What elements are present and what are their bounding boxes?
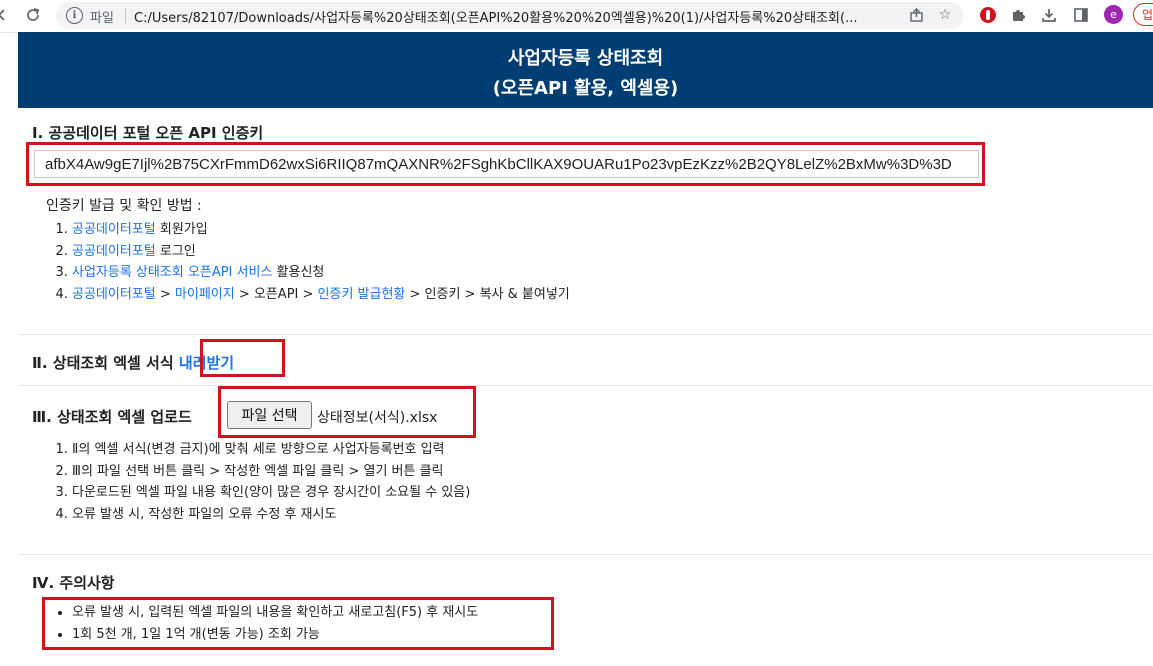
page-header: 사업자등록 상태조회 (오픈API 활용, 엑셀용) <box>18 32 1153 108</box>
list-item: 1회 5천 개, 1일 1억 개(변동 가능) 조회 가능 <box>72 624 478 646</box>
upload-steps: Ⅱ의 엑셀 서식(변경 금지)에 맞춰 세로 방향으로 사업자등록번호 입력 Ⅲ… <box>18 439 470 525</box>
info-icon[interactable]: i <box>66 7 83 24</box>
step-text: > 오픈API > <box>234 286 318 302</box>
api-key-input[interactable] <box>34 150 979 178</box>
list-item: 오류 발생 시, 입력된 엑셀 파일의 내용을 확인하고 새로고침(F5) 후 … <box>72 602 478 624</box>
back-icon[interactable] <box>0 4 13 26</box>
list-item: 오류 발생 시, 작성한 파일의 오류 수정 후 재시도 <box>72 504 470 526</box>
mypage-link[interactable]: 마이페이지 <box>175 287 235 302</box>
section1-title: Ⅰ. 공공데이터 포털 오픈 API 인증키 <box>32 124 264 142</box>
step-text: 활용신청 <box>272 265 325 280</box>
list-item: Ⅲ의 파일 선택 버튼 클릭 > 작성한 엑셀 파일 클릭 > 열기 버튼 클릭 <box>72 461 470 483</box>
list-item: 공공데이터포털 회원가입 <box>72 219 570 241</box>
profile-avatar[interactable]: e <box>1104 5 1123 24</box>
data-portal-link[interactable]: 공공데이터포털 <box>72 244 156 259</box>
reload-icon[interactable] <box>22 4 44 26</box>
file-select-button[interactable]: 파일 선택 <box>227 401 312 429</box>
list-item: 사업자등록 상태조회 오픈API 서비스 활용신청 <box>72 262 570 284</box>
howto-steps: 공공데이터포털 회원가입 공공데이터포털 로그인 사업자등록 상태조회 오픈AP… <box>18 219 570 305</box>
section-divider <box>18 554 1153 555</box>
key-status-link[interactable]: 인증키 발급현황 <box>318 287 406 302</box>
step-text: 로그인 <box>155 243 196 259</box>
section2-title: Ⅱ. 상태조회 엑셀 서식 내려받기 <box>32 352 234 373</box>
update-button[interactable]: 업 <box>1133 3 1153 26</box>
list-item: 다운로드된 엑셀 파일 내용 확인(양이 많은 경우 장시간이 소요될 수 있음… <box>72 482 470 504</box>
bookmark-star-icon[interactable]: ☆ <box>936 6 954 24</box>
data-portal-link[interactable]: 공공데이터포털 <box>72 287 156 302</box>
url-text[interactable]: C:/Users/82107/Downloads/사업자등록%20상태조회(오픈… <box>134 7 904 26</box>
sidepanel-icon[interactable] <box>1071 5 1091 25</box>
puzzle-icon[interactable] <box>1008 5 1028 25</box>
data-portal-link[interactable]: 공공데이터포털 <box>72 222 156 237</box>
section-divider <box>18 385 1153 386</box>
download-icon[interactable] <box>1039 5 1059 25</box>
shield-extension-icon[interactable] <box>978 5 998 25</box>
list-item: Ⅱ의 엑셀 서식(변경 금지)에 맞춰 세로 방향으로 사업자등록번호 입력 <box>72 439 470 461</box>
section2-title-text: Ⅱ. 상태조회 엑셀 서식 <box>32 354 174 372</box>
address-bar[interactable]: i 파일 C:/Users/82107/Downloads/사업자등록%20상태… <box>56 2 964 29</box>
page-content: 사업자등록 상태조회 (오픈API 활용, 엑셀용) Ⅰ. 공공데이터 포털 오… <box>18 32 1153 666</box>
scheme-label: 파일 <box>90 11 114 26</box>
section3-title: Ⅲ. 상태조회 엑셀 업로드 <box>32 408 192 426</box>
section-divider <box>18 334 1153 335</box>
caution-notes: 오류 발생 시, 입력된 엑셀 파일의 내용을 확인하고 새로고침(F5) 후 … <box>18 602 478 645</box>
list-item: 공공데이터포털 로그인 <box>72 241 570 263</box>
section4-title: Ⅳ. 주의사항 <box>32 574 115 592</box>
page-subtitle: (오픈API 활용, 엑셀용) <box>492 78 679 99</box>
step-separator: > <box>155 286 175 302</box>
step-text: 회원가입 <box>155 222 208 237</box>
howto-label: 인증키 발급 및 확인 방법 : <box>46 198 202 214</box>
browser-toolbar: i 파일 C:/Users/82107/Downloads/사업자등록%20상태… <box>0 0 1153 33</box>
share-icon[interactable] <box>907 6 925 24</box>
step-text: > 인증키 > 복사 & 붙여넣기 <box>405 286 570 302</box>
api-service-link[interactable]: 사업자등록 상태조회 오픈API 서비스 <box>72 265 272 280</box>
selected-file-name: 상태정보(서식).xlsx <box>317 410 438 426</box>
list-item: 공공데이터포털 > 마이페이지 > 오픈API > 인증키 발급현황 > 인증키… <box>72 284 570 306</box>
page-title: 사업자등록 상태조회 <box>507 48 664 69</box>
download-link[interactable]: 내려받기 <box>179 354 234 372</box>
address-divider <box>125 8 126 23</box>
